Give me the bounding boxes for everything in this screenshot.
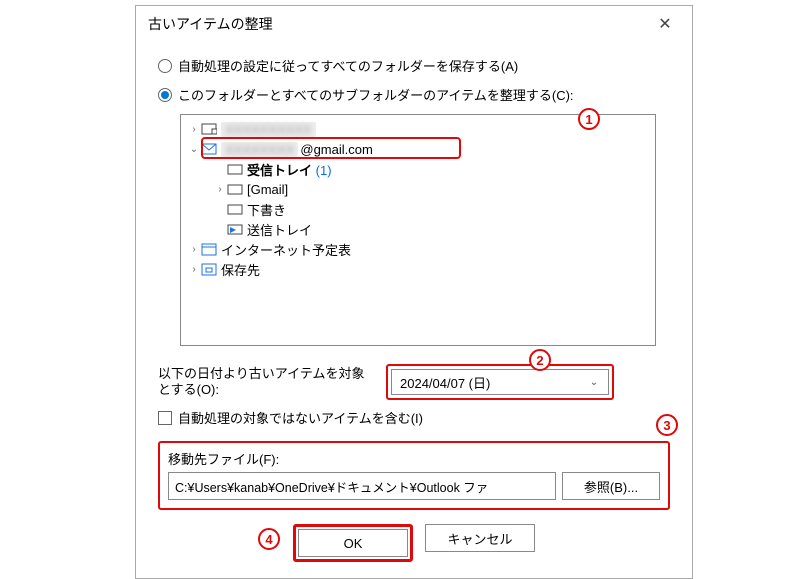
drafts-label: 下書き	[247, 200, 286, 219]
browse-button[interactable]: 参照(B)...	[562, 472, 660, 500]
date-row: 以下の日付より古いアイテムを対象とする(O): 2024/04/07 (日) ⌄	[158, 364, 670, 400]
mail-store-icon	[201, 122, 217, 136]
archive-label: 保存先	[221, 260, 260, 279]
tree-row-account1[interactable]: › XXXXXXXXXX	[181, 119, 655, 139]
inbox-label: 受信トレイ (1)	[247, 160, 332, 179]
cancel-button[interactable]: キャンセル	[425, 524, 535, 552]
sent-icon	[227, 222, 243, 236]
file-path-value: C:¥Users¥kanab¥OneDrive¥ドキュメント¥Outlook フ…	[175, 477, 488, 496]
expand-icon[interactable]: ›	[187, 244, 201, 255]
gmail-label: [Gmail]	[247, 182, 288, 197]
mail-account-icon	[201, 142, 217, 156]
folder-tree[interactable]: › XXXXXXXXXX ⌄ XXXXXXXX @gmail.com	[180, 114, 656, 346]
account2-label: XXXXXXXX	[221, 142, 298, 157]
file-destination-area: 移動先ファイル(F): C:¥Users¥kanab¥OneDrive¥ドキュメ…	[158, 441, 670, 510]
tree-row-inbox[interactable]: 受信トレイ (1)	[181, 159, 655, 179]
date-picker[interactable]: 2024/04/07 (日) ⌄	[386, 364, 614, 400]
include-row[interactable]: 自動処理の対象ではないアイテムを含む(I)	[158, 408, 670, 427]
file-label: 移動先ファイル(F):	[168, 449, 660, 468]
annotation-number-4: 4	[258, 528, 280, 550]
folder-icon	[227, 182, 243, 196]
checkbox-icon[interactable]	[158, 411, 172, 425]
account1-label: XXXXXXXXXX	[221, 122, 316, 137]
radio-option-c[interactable]: このフォルダーとすべてのサブフォルダーのアイテムを整理する(C):	[158, 85, 670, 104]
radio-label-a: 自動処理の設定に従ってすべてのフォルダーを保存する(A)	[178, 56, 518, 75]
tree-row-sent[interactable]: 送信トレイ	[181, 219, 655, 239]
collapse-icon[interactable]: ⌄	[187, 144, 201, 155]
radio-icon-checked[interactable]	[158, 88, 172, 102]
date-value: 2024/04/07 (日)	[400, 373, 490, 392]
date-label: 以下の日付より古いアイテムを対象とする(O):	[158, 366, 376, 399]
title-bar: 古いアイテムの整理 ✕	[136, 6, 692, 38]
file-path-input[interactable]: C:¥Users¥kanab¥OneDrive¥ドキュメント¥Outlook フ…	[168, 472, 556, 500]
include-label: 自動処理の対象ではないアイテムを含む(I)	[178, 408, 423, 427]
chevron-down-icon[interactable]: ⌄	[584, 377, 604, 388]
ok-button[interactable]: OK	[298, 529, 408, 557]
radio-icon[interactable]	[158, 59, 172, 73]
annotation-box-4: OK	[293, 524, 413, 562]
archive-icon	[201, 262, 217, 276]
dialog-window: 古いアイテムの整理 ✕ 自動処理の設定に従ってすべてのフォルダーを保存する(A)…	[135, 5, 693, 579]
calendar-icon	[201, 242, 217, 256]
expand-icon[interactable]: ›	[213, 184, 227, 195]
dialog-body: 自動処理の設定に従ってすべてのフォルダーを保存する(A) このフォルダーとすべて…	[136, 38, 692, 578]
tree-row-archive[interactable]: › 保存先	[181, 259, 655, 279]
expand-icon[interactable]: ›	[187, 264, 201, 275]
tree-row-drafts[interactable]: 下書き	[181, 199, 655, 219]
folder-icon	[227, 162, 243, 176]
tree-row-gmail[interactable]: › [Gmail]	[181, 179, 655, 199]
dialog-title: 古いアイテムの整理	[148, 14, 273, 34]
tree-row-account2[interactable]: ⌄ XXXXXXXX @gmail.com	[181, 139, 655, 159]
sent-label: 送信トレイ	[247, 220, 312, 239]
internet-cal-label: インターネット予定表	[221, 240, 351, 259]
folder-icon	[227, 202, 243, 216]
radio-label-c: このフォルダーとすべてのサブフォルダーのアイテムを整理する(C):	[178, 85, 574, 104]
close-button[interactable]: ✕	[650, 14, 680, 34]
tree-row-internet-cal[interactable]: › インターネット予定表	[181, 239, 655, 259]
expand-icon[interactable]: ›	[187, 124, 201, 135]
radio-option-a[interactable]: 自動処理の設定に従ってすべてのフォルダーを保存する(A)	[158, 56, 670, 75]
dialog-buttons: 4 OK キャンセル	[158, 524, 670, 562]
account2-suffix: @gmail.com	[300, 142, 372, 157]
